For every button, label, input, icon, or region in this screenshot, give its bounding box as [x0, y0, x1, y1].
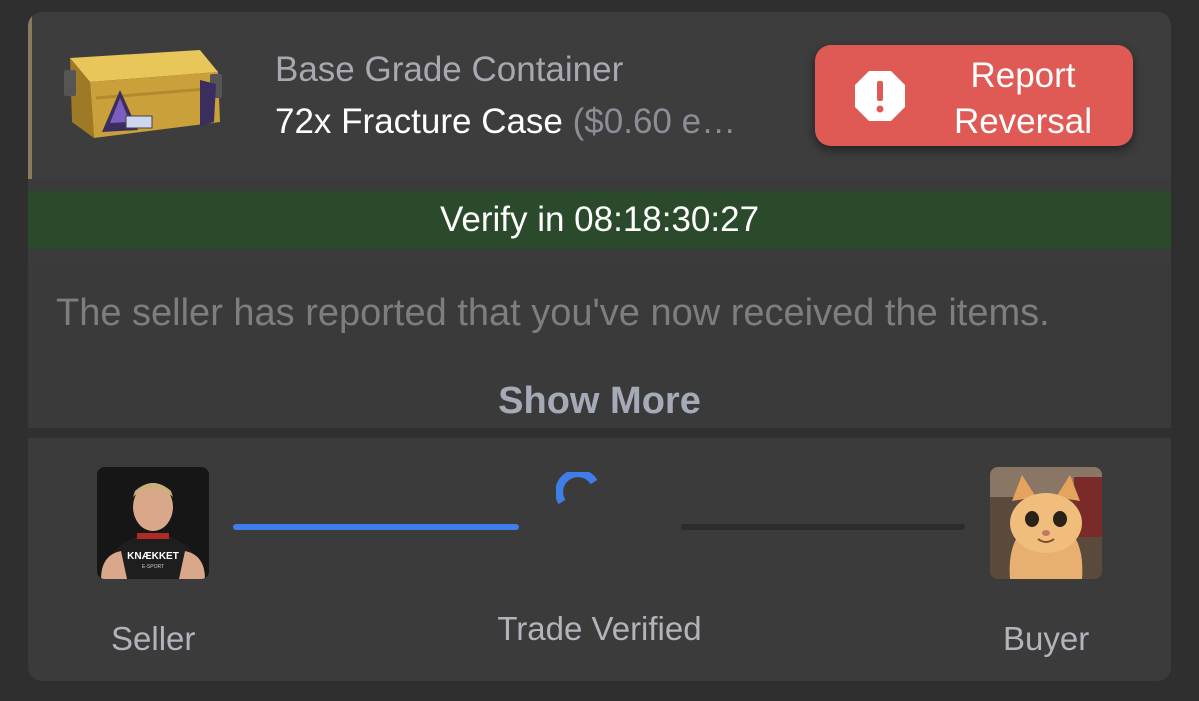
- verify-countdown-banner: Verify in 08:18:30:27: [28, 191, 1171, 249]
- divider: [28, 428, 1171, 438]
- buyer-avatar-image: [990, 467, 1102, 579]
- message-area: The seller has reported that you've now …: [28, 262, 1171, 428]
- item-name: 72x Fracture Case ($0.60 e…: [275, 102, 795, 142]
- trade-card: Base Grade Container 72x Fracture Case (…: [28, 12, 1171, 681]
- report-label-line2: Reversal: [953, 102, 1093, 141]
- message-text: The seller has reported that you've now …: [56, 292, 1050, 334]
- buyer-label: Buyer: [1003, 620, 1090, 657]
- spinner-icon: [556, 472, 598, 505]
- seller-avatar-subtext: E-SPORT: [142, 564, 164, 570]
- seller-avatar-image: KNÆKKET E-SPORT: [97, 467, 209, 579]
- case-image: [64, 50, 222, 138]
- report-reversal-button[interactable]: Report Reversal: [815, 45, 1133, 146]
- seller-avatar: KNÆKKET E-SPORT: [97, 467, 209, 579]
- item-price: ($0.60 e…: [572, 102, 737, 141]
- item-name-text: 72x Fracture Case: [275, 102, 563, 141]
- show-more-button[interactable]: Show More: [28, 380, 1171, 423]
- buyer-avatar: [990, 467, 1102, 579]
- progress-line-left: [233, 524, 519, 530]
- item-row: Base Grade Container 72x Fracture Case (…: [28, 12, 1171, 179]
- item-category: Base Grade Container: [275, 50, 624, 89]
- alert-octagon-icon: [855, 71, 905, 121]
- seller-avatar-text: KNÆKKET: [127, 551, 179, 562]
- report-reversal-label: Report Reversal: [923, 53, 1123, 145]
- trade-verified-label: Trade Verified: [497, 610, 702, 647]
- report-label-line1: Report: [970, 56, 1076, 95]
- progress-line-right: [681, 524, 965, 530]
- trade-status: KNÆKKET E-SPORT Seller Trade Verified Bu…: [28, 438, 1171, 681]
